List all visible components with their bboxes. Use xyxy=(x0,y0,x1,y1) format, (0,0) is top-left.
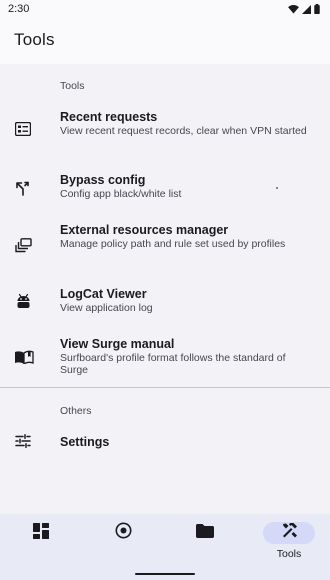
section-header-tools: Tools xyxy=(60,80,85,92)
tools-list: Tools Recent requests View recent reques… xyxy=(0,64,330,514)
fork-arrows-icon xyxy=(14,179,32,197)
stack-icon xyxy=(14,236,32,254)
nav-item-dashboard[interactable] xyxy=(0,514,82,574)
list-item-title: Bypass config xyxy=(60,173,146,187)
nav-pill-active xyxy=(263,522,315,544)
tools-icon xyxy=(281,522,298,544)
nav-pill xyxy=(15,522,67,544)
list-item-subtitle: View recent request records, clear when … xyxy=(60,125,307,137)
nav-item-folder[interactable] xyxy=(164,514,246,574)
section-header-others: Others xyxy=(60,405,92,417)
section-divider xyxy=(0,387,330,388)
folder-icon xyxy=(196,523,214,543)
wifi-icon xyxy=(288,4,299,14)
list-item-title: Recent requests xyxy=(60,110,158,124)
dashboard-icon xyxy=(33,522,49,544)
list-item-subtitle: View application log xyxy=(60,302,153,314)
list-item-subtitle: Manage policy path and rule set used by … xyxy=(60,238,286,250)
list-item-title: View Surge manual xyxy=(60,337,175,351)
app-bar: Tools xyxy=(0,18,330,64)
list-item-settings[interactable]: Settings xyxy=(0,426,330,456)
status-icons xyxy=(288,4,320,14)
list-item-subtitle: Config app black/white list xyxy=(60,188,182,200)
list-item-recent-requests[interactable]: Recent requests View recent request reco… xyxy=(0,102,330,152)
list-item-subtitle: Surfboard's profile format follows the s… xyxy=(60,352,286,376)
target-icon xyxy=(115,522,132,544)
cellular-signal-icon xyxy=(302,4,311,14)
book-icon xyxy=(14,348,34,366)
nav-label: Tools xyxy=(276,548,302,560)
status-bar: 2:30 xyxy=(0,0,330,18)
decorative-dot xyxy=(276,187,278,189)
page-title: Tools xyxy=(14,30,55,49)
nav-item-tools[interactable]: Tools xyxy=(248,514,330,574)
bottom-navigation: Tools xyxy=(0,514,330,580)
sliders-icon xyxy=(14,432,32,450)
home-indicator xyxy=(135,573,195,575)
list-item-logcat-viewer[interactable]: LogCat Viewer View application log xyxy=(0,282,330,322)
battery-icon xyxy=(314,4,320,14)
list-icon xyxy=(14,120,32,138)
list-item-external-resources-manager[interactable]: External resources manager Manage policy… xyxy=(0,218,330,268)
android-icon xyxy=(14,292,32,310)
list-item-title: Settings xyxy=(60,435,110,449)
list-item-bypass-config[interactable]: Bypass config Config app black/white lis… xyxy=(0,168,330,208)
list-item-title: LogCat Viewer xyxy=(60,287,147,301)
nav-pill xyxy=(179,522,231,544)
nav-item-target[interactable] xyxy=(82,514,164,574)
list-item-view-surge-manual[interactable]: View Surge manual Surfboard's profile fo… xyxy=(0,332,330,382)
list-item-title: External resources manager xyxy=(60,223,229,237)
nav-pill xyxy=(97,522,149,544)
status-time: 2:30 xyxy=(8,3,30,15)
